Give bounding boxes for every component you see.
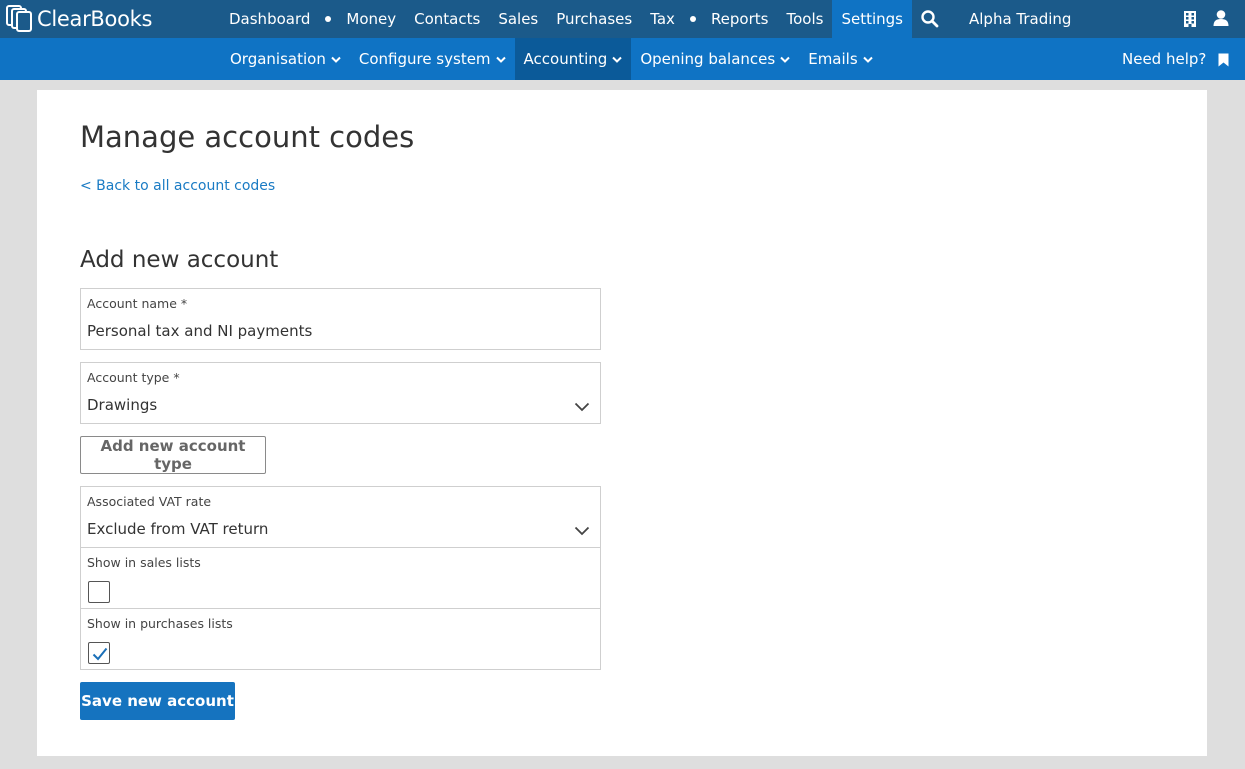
show-in-purchases-field: Show in purchases lists bbox=[80, 608, 601, 670]
account-name-input[interactable] bbox=[87, 322, 567, 340]
nav-reports[interactable]: Reports bbox=[702, 0, 778, 38]
show-in-purchases-checkbox[interactable] bbox=[88, 642, 110, 664]
subnav-accounting[interactable]: Accounting bbox=[514, 38, 632, 80]
save-new-account-button[interactable]: Save new account bbox=[80, 682, 235, 720]
nav-tax[interactable]: Tax bbox=[641, 0, 684, 38]
top-navigation-bar: ClearBooks Dashboard Money Contacts Sale… bbox=[0, 0, 1245, 38]
settings-subnav: Organisation Configure system Accounting… bbox=[221, 38, 882, 80]
nav-separator-dot bbox=[325, 16, 332, 22]
chevron-down-icon bbox=[331, 56, 341, 63]
subnav-organisation[interactable]: Organisation bbox=[221, 38, 350, 80]
show-in-purchases-label: Show in purchases lists bbox=[87, 616, 233, 631]
chevron-down-icon bbox=[574, 526, 590, 536]
account-name-label: Account name * bbox=[87, 296, 188, 311]
checkmark-icon bbox=[92, 647, 108, 661]
subnav-configure-system[interactable]: Configure system bbox=[350, 38, 515, 80]
building-icon[interactable] bbox=[1182, 10, 1198, 28]
show-in-sales-label: Show in sales lists bbox=[87, 555, 201, 570]
account-name-field[interactable]: Account name * bbox=[80, 288, 601, 350]
subnav-label: Emails bbox=[808, 50, 858, 68]
vat-rate-label: Associated VAT rate bbox=[87, 494, 212, 509]
chevron-down-icon bbox=[574, 402, 590, 412]
section-title: Add new account bbox=[80, 247, 279, 273]
bookmark-icon[interactable] bbox=[1218, 52, 1229, 67]
chevron-down-icon bbox=[780, 56, 790, 63]
subnav-opening-balances[interactable]: Opening balances bbox=[631, 38, 799, 80]
settings-subnav-bar: Organisation Configure system Accounting… bbox=[0, 38, 1245, 80]
nav-separator-dot bbox=[689, 16, 696, 22]
logo-icon bbox=[6, 5, 34, 33]
chevron-down-icon bbox=[612, 56, 623, 63]
vat-rate-value: Exclude from VAT return bbox=[87, 520, 269, 538]
search-icon[interactable] bbox=[920, 9, 942, 29]
nav-tools[interactable]: Tools bbox=[777, 0, 832, 38]
subnav-emails[interactable]: Emails bbox=[799, 38, 881, 80]
logo-text: ClearBooks bbox=[37, 7, 153, 31]
account-type-label: Account type * bbox=[87, 370, 180, 385]
page-title: Manage account codes bbox=[80, 120, 415, 154]
vat-rate-select[interactable]: Associated VAT rate Exclude from VAT ret… bbox=[80, 486, 601, 548]
show-in-sales-field: Show in sales lists bbox=[80, 547, 601, 609]
need-help-link[interactable]: Need help? bbox=[1122, 38, 1206, 80]
subnav-label: Opening balances bbox=[640, 50, 776, 68]
nav-dashboard[interactable]: Dashboard bbox=[220, 0, 319, 38]
account-type-value: Drawings bbox=[87, 396, 158, 414]
add-new-account-type-button[interactable]: Add new account type bbox=[80, 436, 266, 474]
subnav-label: Accounting bbox=[523, 50, 608, 68]
nav-money[interactable]: Money bbox=[337, 0, 405, 38]
clearbooks-logo[interactable]: ClearBooks bbox=[6, 4, 152, 34]
chevron-down-icon bbox=[862, 56, 873, 63]
subnav-label: Organisation bbox=[230, 50, 326, 68]
organisation-switcher[interactable]: Alpha Trading bbox=[969, 0, 1071, 38]
subnav-label: Configure system bbox=[358, 50, 491, 68]
chevron-down-icon bbox=[495, 56, 506, 63]
user-icon[interactable] bbox=[1212, 9, 1230, 27]
nav-contacts[interactable]: Contacts bbox=[405, 0, 489, 38]
show-in-sales-checkbox[interactable] bbox=[88, 581, 110, 603]
main-panel: Manage account codes < Back to all accou… bbox=[37, 90, 1207, 756]
nav-sales[interactable]: Sales bbox=[489, 0, 547, 38]
account-type-select[interactable]: Account type * Drawings bbox=[80, 362, 601, 424]
back-to-account-codes-link[interactable]: < Back to all account codes bbox=[80, 178, 275, 194]
nav-settings[interactable]: Settings bbox=[832, 0, 912, 38]
nav-purchases[interactable]: Purchases bbox=[547, 0, 641, 38]
main-nav: Dashboard Money Contacts Sales Purchases… bbox=[220, 0, 912, 38]
